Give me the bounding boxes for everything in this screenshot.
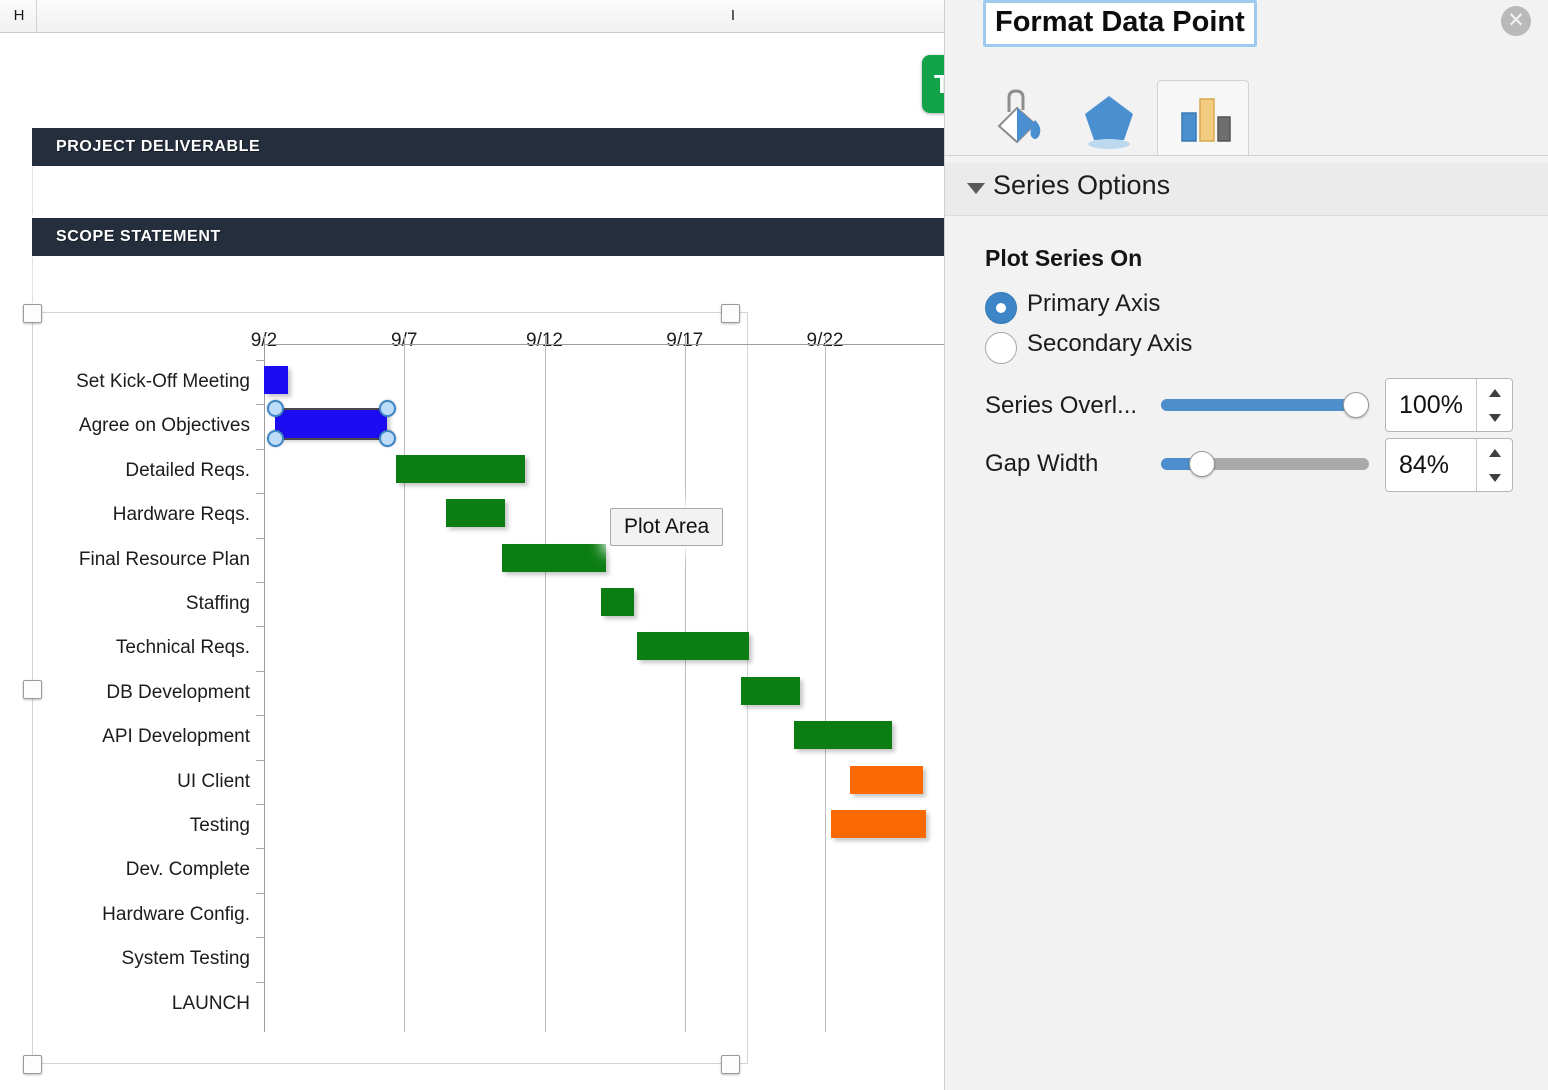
gap-width-increment[interactable] — [1477, 439, 1512, 465]
bar[interactable] — [502, 544, 606, 572]
bar[interactable] — [850, 766, 923, 794]
pentagon-icon — [1063, 80, 1155, 156]
column-header-row: H I — [0, 0, 948, 33]
project-deliverable-label: PROJECT DELIVERABLE — [56, 128, 260, 166]
scope-statement-header: SCOPE STATEMENT — [32, 218, 948, 256]
bar[interactable] — [601, 588, 635, 616]
radio-secondary-axis-label: Secondary Axis — [1027, 330, 1192, 358]
series-overlap-label: Series Overl... — [985, 392, 1137, 420]
gap-width-value: 84% — [1399, 439, 1449, 491]
gap-width-decrement[interactable] — [1477, 465, 1512, 491]
plot-series-on-label: Plot Series On — [985, 245, 1142, 272]
gantt-chart-object[interactable]: 9/29/79/129/179/229 Set Kick-Off Meeting… — [32, 312, 1092, 1064]
series-overlap-slider-fill — [1161, 399, 1369, 411]
format-data-point-pane: Format Data Point ✕ — [944, 0, 1548, 1090]
series-options-section-header[interactable]: Series Options — [945, 163, 1548, 216]
series-overlap-value: 100% — [1399, 379, 1463, 431]
column-header-i[interactable]: I — [620, 0, 846, 32]
paint-bucket-icon — [969, 80, 1061, 156]
series-overlap-slider[interactable] — [1161, 399, 1369, 411]
data-point-resize-handle[interactable] — [379, 430, 396, 447]
data-point-resize-handle[interactable] — [267, 430, 284, 447]
selection-edge — [275, 438, 387, 440]
pane-tabstrip — [945, 80, 1548, 156]
tab-series-options[interactable] — [1157, 80, 1249, 156]
series-overlap-stepper[interactable]: 100% — [1385, 378, 1513, 432]
pane-title[interactable]: Format Data Point — [983, 0, 1257, 47]
radio-primary-axis-indicator[interactable] — [985, 292, 1017, 324]
bar-selected[interactable] — [275, 410, 387, 438]
bar[interactable] — [741, 677, 800, 705]
bar[interactable] — [794, 721, 892, 749]
scope-statement-value-row[interactable] — [32, 257, 948, 303]
close-icon[interactable]: ✕ — [1501, 6, 1531, 36]
selection-edge — [275, 408, 387, 410]
project-deliverable-header: PROJECT DELIVERABLE — [32, 128, 948, 166]
gap-width-label: Gap Width — [985, 450, 1098, 478]
series-options-label: Series Options — [993, 170, 1170, 201]
series-overlap-slider-knob[interactable] — [1343, 392, 1369, 418]
column-header-h[interactable]: H — [2, 0, 36, 32]
tabstrip-baseline — [945, 155, 1548, 156]
chevron-down-icon[interactable] — [967, 183, 985, 194]
tab-effects[interactable] — [1063, 80, 1155, 156]
project-deliverable-value-row[interactable] — [32, 167, 948, 215]
column-divider[interactable] — [36, 0, 37, 32]
series-overlap-decrement[interactable] — [1477, 405, 1512, 431]
bar-chart-icon — [1158, 81, 1250, 157]
gap-width-slider-knob[interactable] — [1189, 451, 1215, 477]
radio-primary-axis-label: Primary Axis — [1027, 290, 1160, 318]
tab-fill-and-line[interactable] — [969, 80, 1061, 156]
bar[interactable] — [831, 810, 926, 838]
series-overlap-increment[interactable] — [1477, 379, 1512, 405]
bar-series[interactable] — [32, 312, 1092, 1064]
bar[interactable] — [396, 455, 525, 483]
data-point-resize-handle[interactable] — [379, 400, 396, 417]
scope-statement-label: SCOPE STATEMENT — [56, 218, 221, 256]
bar[interactable] — [637, 632, 749, 660]
bar[interactable] — [264, 366, 288, 394]
gap-width-stepper[interactable]: 84% — [1385, 438, 1513, 492]
pane-title-wrap: Format Data Point — [983, 0, 1257, 47]
plot-area-tooltip: Plot Area — [610, 508, 723, 546]
radio-secondary-axis-indicator[interactable] — [985, 332, 1017, 364]
bar[interactable] — [446, 499, 505, 527]
